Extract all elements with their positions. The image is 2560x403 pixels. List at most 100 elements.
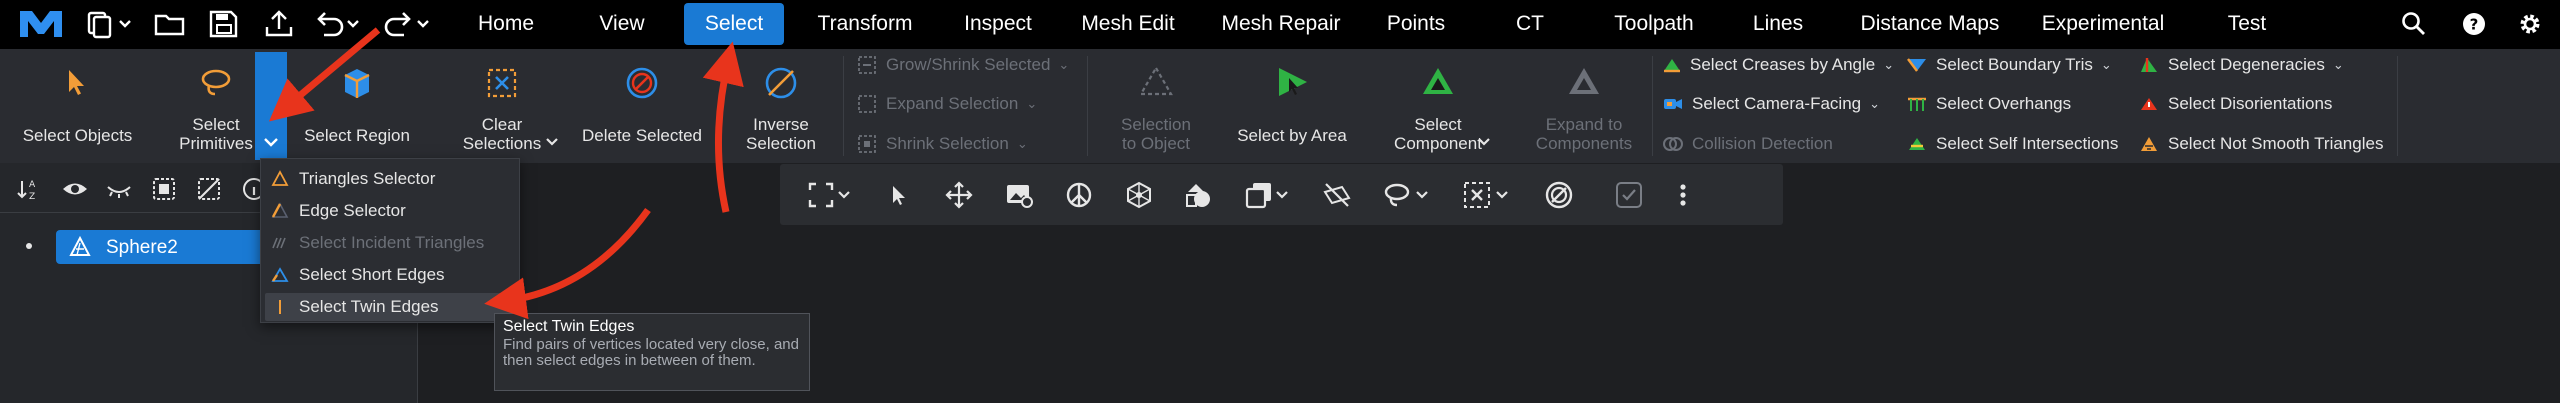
grow-shrink-selected-button[interactable]: Grow/Shrink Selected ⌄ xyxy=(856,52,1069,78)
hidden-eye-icon[interactable] xyxy=(105,175,133,203)
select-by-area-button[interactable]: Select by Area xyxy=(1226,58,1358,160)
collision-detection-label: Collision Detection xyxy=(1692,134,1833,153)
select-overhangs-label: Select Overhangs xyxy=(1936,94,2072,113)
ribbon-separator xyxy=(2397,56,2398,156)
collision-detection-button[interactable]: Collision Detection xyxy=(1662,131,1833,157)
delete-selected-button[interactable]: Delete Selected xyxy=(576,58,708,160)
menu-distance-maps[interactable]: Distance Maps xyxy=(1852,3,2008,45)
menu-points[interactable]: Points xyxy=(1378,3,1454,45)
undo-icon[interactable] xyxy=(312,8,360,40)
degeneracies-icon xyxy=(2141,58,2157,72)
checkbox-icon[interactable] xyxy=(1612,178,1646,212)
clip-plane-icon[interactable] xyxy=(1320,178,1354,212)
clear-selections-chevron-icon[interactable] xyxy=(544,136,560,148)
settings-gear-icon[interactable] xyxy=(2516,10,2544,38)
select-boundary-tris-button[interactable]: Select Boundary Tris ⌄ xyxy=(1906,52,2112,78)
select-cursor-icon[interactable] xyxy=(882,178,916,212)
chevron-down-icon: ⌄ xyxy=(2332,57,2344,72)
duplicate-chevron-icon[interactable] xyxy=(1272,178,1292,212)
chevron-down-icon: ⌄ xyxy=(1058,57,1070,72)
select-component-label-1: Select xyxy=(1414,115,1462,134)
menu-test[interactable]: Test xyxy=(2218,3,2276,45)
camera-facing-icon xyxy=(1664,99,1682,109)
edge-selector-item[interactable]: Edge Selector xyxy=(265,197,515,225)
select-not-smooth-triangles-button[interactable]: Select Not Smooth Triangles xyxy=(2138,131,2383,157)
menu-ct[interactable]: CT xyxy=(1510,3,1550,45)
triangles-selector-item[interactable]: Triangles Selector xyxy=(265,165,515,193)
menu-toolpath[interactable]: Toolpath xyxy=(1604,3,1704,45)
select-overhangs-button[interactable]: Select Overhangs xyxy=(1906,91,2071,117)
menu-home[interactable]: Home xyxy=(466,3,546,45)
help-icon[interactable]: ? xyxy=(2460,10,2488,38)
sort-az-icon[interactable]: AZ xyxy=(16,175,44,203)
deselect-all-icon[interactable] xyxy=(195,175,223,203)
tree-item-sphere2[interactable]: Sphere2 xyxy=(56,230,276,264)
expand-selection-button[interactable]: Expand Selection ⌄ xyxy=(856,91,1037,117)
duplicate-icon[interactable] xyxy=(1242,178,1276,212)
select-objects-button[interactable]: Select Objects xyxy=(10,58,145,160)
edit-image-icon[interactable] xyxy=(1002,178,1036,212)
select-degeneracies-button[interactable]: Select Degeneracies ⌄ xyxy=(2138,52,2344,78)
inverse-selection-label-2: Selection xyxy=(746,134,816,153)
select-disorientations-label: Select Disorientations xyxy=(2168,94,2333,113)
select-short-edges-item[interactable]: Select Short Edges xyxy=(265,261,515,289)
select-region-button[interactable]: Select Region xyxy=(293,58,421,160)
menu-mesh-edit[interactable]: Mesh Edit xyxy=(1073,3,1183,45)
more-options-icon[interactable] xyxy=(1666,178,1700,212)
wireframe-icon[interactable] xyxy=(1122,178,1156,212)
fit-view-icon[interactable] xyxy=(804,178,838,212)
app-logo-icon xyxy=(20,11,62,37)
self-intersections-icon xyxy=(1909,138,1925,150)
ribbon-separator xyxy=(1652,56,1653,156)
menu-mesh-repair[interactable]: Mesh Repair xyxy=(1213,3,1349,45)
lasso-chevron-icon[interactable] xyxy=(1412,178,1432,212)
search-icon[interactable] xyxy=(2400,10,2428,38)
lasso-select-icon[interactable] xyxy=(1380,178,1414,212)
new-file-menu-icon[interactable] xyxy=(86,8,134,40)
tree-bullet xyxy=(26,243,32,249)
select-self-intersections-button[interactable]: Select Self Intersections xyxy=(1906,131,2118,157)
shrink-selection-icon xyxy=(858,135,876,153)
cube-region-icon xyxy=(344,69,370,98)
eye-icon[interactable] xyxy=(61,175,89,203)
save-icon[interactable] xyxy=(207,8,241,40)
select-disorientations-button[interactable]: Select Disorientations xyxy=(2138,91,2332,117)
inverse-selection-button[interactable]: Inverse Selection xyxy=(730,58,832,160)
menu-select[interactable]: Select xyxy=(684,3,784,45)
peace-cut-icon[interactable] xyxy=(1062,178,1096,212)
clear-selection-chevron-icon[interactable] xyxy=(1492,178,1512,212)
selection-to-object-button[interactable]: Selection to Object xyxy=(1100,58,1212,160)
select-twin-edges-item[interactable]: Select Twin Edges xyxy=(265,293,515,321)
select-self-intersections-label: Select Self Intersections xyxy=(1936,134,2119,153)
edge-selector-label: Edge Selector xyxy=(299,201,406,220)
select-component-chevron-icon[interactable] xyxy=(1476,136,1492,148)
select-primitives-dropdown-toggle[interactable] xyxy=(255,52,287,160)
chevron-down-icon: ⌄ xyxy=(1869,96,1881,111)
redo-icon[interactable] xyxy=(382,8,430,40)
select-creases-label: Select Creases by Angle xyxy=(1690,55,1876,74)
menu-transform[interactable]: Transform xyxy=(808,3,922,45)
move-arrows-icon[interactable] xyxy=(942,178,976,212)
expand-to-components-button[interactable]: Expand to Components xyxy=(1526,58,1642,160)
export-icon[interactable] xyxy=(262,8,296,40)
select-all-icon[interactable] xyxy=(150,175,178,203)
chevron-down-icon: ⌄ xyxy=(1883,57,1895,72)
menu-view[interactable]: View xyxy=(590,3,654,45)
select-twin-edges-label: Select Twin Edges xyxy=(299,297,439,316)
crease-angle-icon xyxy=(1664,59,1680,73)
select-incident-triangles-item[interactable]: Select Incident Triangles xyxy=(265,229,515,257)
clear-selection-icon[interactable] xyxy=(1460,178,1494,212)
no-symbol-icon[interactable] xyxy=(1542,178,1576,212)
shapes-icon[interactable] xyxy=(1182,178,1216,212)
select-creases-by-angle-button[interactable]: Select Creases by Angle ⌄ xyxy=(1662,52,1894,78)
menu-experimental[interactable]: Experimental xyxy=(2036,3,2170,45)
open-folder-icon[interactable] xyxy=(153,8,187,40)
fit-view-chevron-icon[interactable] xyxy=(834,178,854,212)
svg-text:?: ? xyxy=(2470,16,2479,34)
shrink-selection-button[interactable]: Shrink Selection ⌄ xyxy=(856,131,1028,157)
delete-selected-label: Delete Selected xyxy=(581,126,703,145)
expand-to-components-label-1: Expand to xyxy=(1545,115,1623,134)
menu-inspect[interactable]: Inspect xyxy=(953,3,1043,45)
menu-lines[interactable]: Lines xyxy=(1748,3,1808,45)
select-camera-facing-button[interactable]: Select Camera-Facing ⌄ xyxy=(1662,91,1880,117)
